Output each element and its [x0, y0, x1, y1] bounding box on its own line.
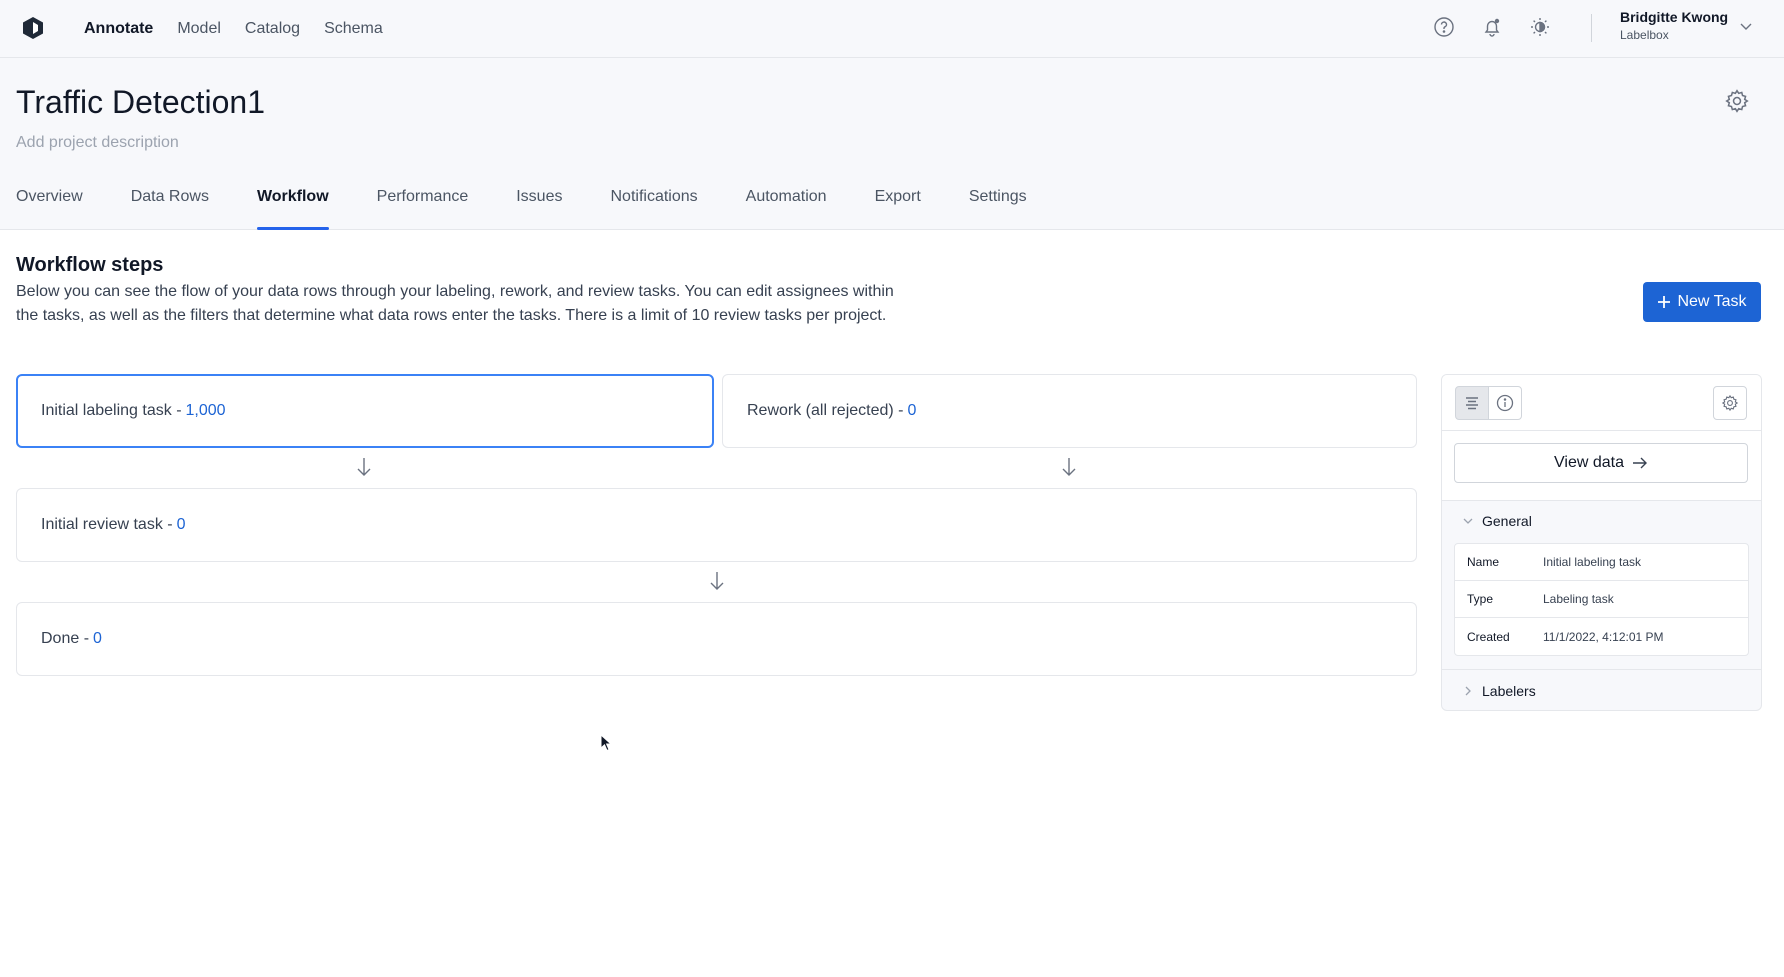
user-org: Labelbox [1620, 28, 1669, 42]
info-view-toggle[interactable] [1488, 386, 1522, 420]
general-section-label: General [1482, 513, 1532, 529]
workflow-card-initial-review[interactable]: Initial review task - 0 [16, 488, 1417, 562]
view-data-section: View data [1442, 431, 1761, 501]
card-count: 0 [176, 516, 186, 533]
tab-automation[interactable]: Automation [746, 174, 827, 230]
page-title: Traffic Detection1 [16, 84, 265, 120]
bell-icon[interactable] [1478, 13, 1506, 41]
general-section-toggle[interactable]: General [1442, 501, 1761, 541]
chevron-down-icon [1463, 518, 1473, 524]
info-value: Initial labeling task [1543, 555, 1642, 569]
project-header: Traffic Detection1 Add project descripti… [0, 58, 1784, 230]
new-task-button[interactable]: New Task [1643, 282, 1761, 322]
main-nav-links: Annotate Model Catalog Schema [84, 0, 383, 58]
nav-annotate[interactable]: Annotate [84, 20, 153, 38]
nav-catalog[interactable]: Catalog [245, 20, 300, 38]
arrow-down-icon [357, 458, 371, 476]
card-count: 0 [907, 402, 917, 419]
mouse-cursor-icon [600, 734, 612, 752]
panel-toolbar [1442, 375, 1761, 431]
workflow-card-rework[interactable]: Rework (all rejected) - 0 [722, 374, 1417, 448]
nav-schema[interactable]: Schema [324, 20, 383, 38]
top-nav: Annotate Model Catalog Schema Bridgitte … [0, 0, 1784, 58]
user-menu[interactable]: Bridgitte Kwong Labelbox [1620, 9, 1728, 42]
info-value: 11/1/2022, 4:12:01 PM [1543, 629, 1664, 644]
labelbox-logo-icon[interactable] [22, 16, 44, 40]
list-icon [1466, 397, 1478, 410]
info-row-type: Type Labeling task [1455, 581, 1748, 618]
info-key: Name [1467, 555, 1500, 569]
nav-model[interactable]: Model [177, 20, 221, 38]
arrow-down-icon [710, 572, 724, 590]
workflow-description: Below you can see the flow of your data … [16, 283, 894, 324]
help-icon[interactable] [1430, 13, 1458, 41]
nav-icons [1430, 13, 1554, 41]
user-name: Bridgitte Kwong [1620, 9, 1729, 25]
card-count: 0 [93, 630, 102, 647]
card-count: 1,000 [185, 402, 226, 419]
project-description-input[interactable]: Add project description [16, 134, 179, 152]
view-data-button[interactable]: View data [1454, 443, 1748, 483]
info-icon [1496, 394, 1514, 412]
gear-icon [1721, 394, 1739, 412]
arrow-right-icon [1632, 457, 1647, 469]
nav-divider [1591, 14, 1592, 42]
labelers-section-toggle[interactable]: Labelers [1442, 669, 1761, 710]
tab-settings[interactable]: Settings [969, 174, 1027, 230]
tab-performance[interactable]: Performance [377, 174, 469, 230]
details-view-toggle[interactable] [1455, 386, 1489, 420]
info-row-name: Name Initial labeling task [1455, 544, 1748, 581]
tab-export[interactable]: Export [875, 174, 921, 230]
card-label: Done - [41, 630, 90, 647]
theme-icon[interactable] [1526, 13, 1554, 41]
arrow-down-icon [1062, 458, 1076, 476]
chevron-down-icon[interactable] [1738, 18, 1754, 34]
chevron-right-icon [1465, 686, 1471, 695]
tab-data-rows[interactable]: Data Rows [131, 174, 209, 230]
info-key: Created [1467, 629, 1510, 644]
task-info-table: Name Initial labeling task Type Labeling… [1454, 543, 1749, 656]
card-label: Rework (all rejected) - [747, 402, 904, 419]
new-task-label: New Task [1677, 293, 1747, 310]
card-label: Initial review task - [41, 516, 173, 533]
info-value: Labeling task [1543, 592, 1614, 606]
task-details-panel: View data General Name Initial labeling … [1441, 374, 1762, 711]
tab-workflow[interactable]: Workflow [256, 174, 329, 230]
plus-icon [1658, 296, 1671, 308]
labelers-section-label: Labelers [1482, 682, 1536, 699]
card-label: Initial labeling task - [41, 402, 182, 419]
workflow-card-done[interactable]: Done - 0 [16, 602, 1417, 676]
view-data-label: View data [1554, 454, 1624, 471]
info-key: Type [1467, 592, 1494, 606]
tab-overview[interactable]: Overview [16, 174, 83, 230]
panel-settings-button[interactable] [1713, 386, 1747, 420]
workflow-card-initial-labeling[interactable]: Initial labeling task - 1,000 [16, 374, 714, 448]
workflow-title: Workflow steps [16, 254, 164, 276]
project-tabs: Overview Data Rows Workflow Performance … [16, 174, 1027, 230]
tab-issues[interactable]: Issues [516, 174, 562, 230]
tab-notifications[interactable]: Notifications [610, 174, 697, 230]
gear-icon[interactable] [1724, 88, 1750, 114]
info-row-created: Created 11/1/2022, 4:12:01 PM [1455, 618, 1748, 655]
